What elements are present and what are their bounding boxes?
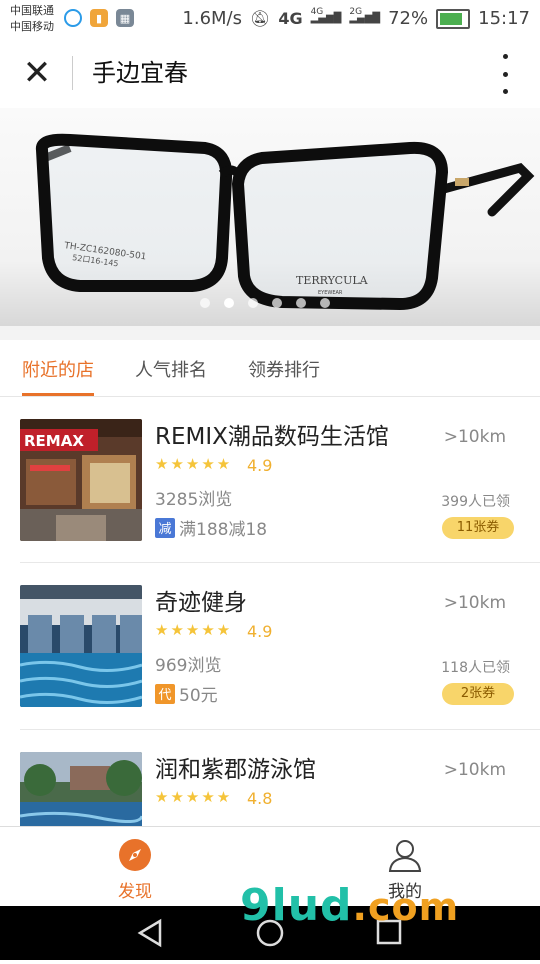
- active-tab-indicator: [22, 393, 94, 396]
- shop-rating: 4.8: [247, 789, 273, 808]
- signal-1-icon: 4G ▂▄▆█: [310, 7, 342, 24]
- coupon-claimed-count: 118人已领: [441, 660, 510, 676]
- status-right: 1.6M/s 🔕︎ 4G 4G ▂▄▆█ 2G ▂▄▆█ 72% 15:17: [182, 7, 530, 29]
- shop-thumbnail: REMAX: [20, 419, 142, 541]
- carousel-dot[interactable]: [320, 298, 330, 308]
- list-item[interactable]: REMAX REMIX潮品数码生活馆 >10km ★★★★★ 4.9 3285浏…: [0, 397, 540, 563]
- star-rating-icon: ★★★★★: [155, 788, 233, 806]
- battery-percent: 72%: [388, 8, 429, 29]
- status-bar: 中国联通 中国移动 ▮ ▦ 1.6M/s 🔕︎ 4G 4G ▂▄▆█ 2G ▂▄▆█…: [0, 0, 540, 38]
- coupon-count-badge[interactable]: 11张券: [442, 517, 514, 539]
- back-icon[interactable]: [137, 918, 162, 948]
- glasses-image: TH-ZC162080-501 52口16-145 TERRYCULA EYEW…: [35, 133, 535, 311]
- shop-views: 3285浏览: [155, 490, 233, 510]
- section-gap: [0, 326, 540, 340]
- page-title: 手边宜春: [92, 59, 188, 87]
- network-type-2: 4G: [310, 7, 324, 17]
- coupon-claimed-count: 399人已领: [441, 494, 510, 510]
- tab-nearby-shops[interactable]: 附近的店: [22, 356, 94, 382]
- carousel-dot[interactable]: [200, 298, 210, 308]
- shop-name: 润和紫郡游泳馆: [155, 757, 316, 783]
- banner-carousel[interactable]: TH-ZC162080-501 52口16-145 TERRYCULA EYEW…: [0, 108, 540, 326]
- list-item[interactable]: 奇迹健身 >10km ★★★★★ 4.9 969浏览 118人已领 代 50元 …: [0, 563, 540, 729]
- discount-badge: 减: [155, 517, 175, 538]
- promo-text: 满188减18: [179, 520, 268, 540]
- carousel-dot[interactable]: [248, 298, 258, 308]
- shop-promo: 代 50元: [155, 681, 218, 706]
- shop-sign-text: REMAX: [24, 432, 84, 450]
- title-divider: [72, 56, 73, 90]
- carousel-dot-active[interactable]: [224, 298, 234, 308]
- network-speed: 1.6M/s: [182, 8, 242, 29]
- signal-2-icon: 2G ▂▄▆█: [349, 7, 381, 24]
- carousel-dots: [200, 298, 330, 308]
- promo-text: 50元: [179, 686, 218, 706]
- shop-distance: >10km: [443, 760, 506, 780]
- shop-views: 969浏览: [155, 656, 222, 676]
- tab-discover[interactable]: 发现: [75, 827, 195, 907]
- watermark-main: 9lud: [240, 880, 353, 931]
- network-type-3: 2G: [349, 7, 363, 17]
- compass-icon: [119, 839, 151, 871]
- battery-icon: [436, 8, 471, 29]
- tab-popularity[interactable]: 人气排名: [135, 356, 207, 382]
- app-notification-icon: ▮: [90, 9, 108, 27]
- watermark: 9lud.com: [240, 880, 459, 931]
- notification-icons: ▮ ▦: [64, 9, 134, 27]
- close-icon[interactable]: ✕: [20, 56, 54, 90]
- qq-browser-icon: [64, 9, 82, 27]
- star-rating-icon: ★★★★★: [155, 455, 233, 473]
- carrier-1: 中国联通: [10, 4, 54, 17]
- shop-distance: >10km: [443, 593, 506, 613]
- shop-distance: >10km: [443, 427, 506, 447]
- more-icon[interactable]: [490, 54, 520, 94]
- shop-rating: 4.9: [247, 456, 273, 475]
- shop-name: REMIX潮品数码生活馆: [155, 424, 389, 450]
- tab-bar: 附近的店 人气排名 领券排行: [0, 340, 540, 397]
- user-icon: [388, 840, 422, 872]
- watermark-suffix: .com: [352, 885, 460, 929]
- carousel-dot[interactable]: [296, 298, 306, 308]
- mute-icon: 🔕︎: [250, 9, 271, 28]
- carrier-info: 中国联通 中国移动: [10, 3, 54, 35]
- coupon-count-badge[interactable]: 2张券: [442, 683, 514, 705]
- star-rating-icon: ★★★★★: [155, 621, 233, 639]
- shop-promo: 减 满188减18: [155, 515, 267, 540]
- network-type-1: 4G: [278, 9, 303, 28]
- carrier-2: 中国移动: [10, 20, 54, 33]
- shop-thumbnail: [20, 585, 142, 707]
- list-item[interactable]: 润和紫郡游泳馆 >10km ★★★★★ 4.8: [0, 730, 540, 826]
- carousel-dot[interactable]: [272, 298, 282, 308]
- voucher-badge: 代: [155, 683, 175, 704]
- tab-coupon-ranking[interactable]: 领券排行: [248, 356, 320, 382]
- tab-discover-label: 发现: [118, 882, 152, 902]
- shop-rating: 4.9: [247, 622, 273, 641]
- image-icon: ▦: [116, 9, 134, 27]
- clock: 15:17: [478, 8, 530, 29]
- title-bar: ✕ 手边宜春: [0, 38, 540, 108]
- shop-thumbnail: [20, 752, 142, 826]
- brand-subtext: EYEWEAR: [318, 290, 343, 296]
- battery-fill: [440, 12, 462, 25]
- brand-text: TERRYCULA: [296, 274, 369, 287]
- shop-name: 奇迹健身: [155, 590, 247, 616]
